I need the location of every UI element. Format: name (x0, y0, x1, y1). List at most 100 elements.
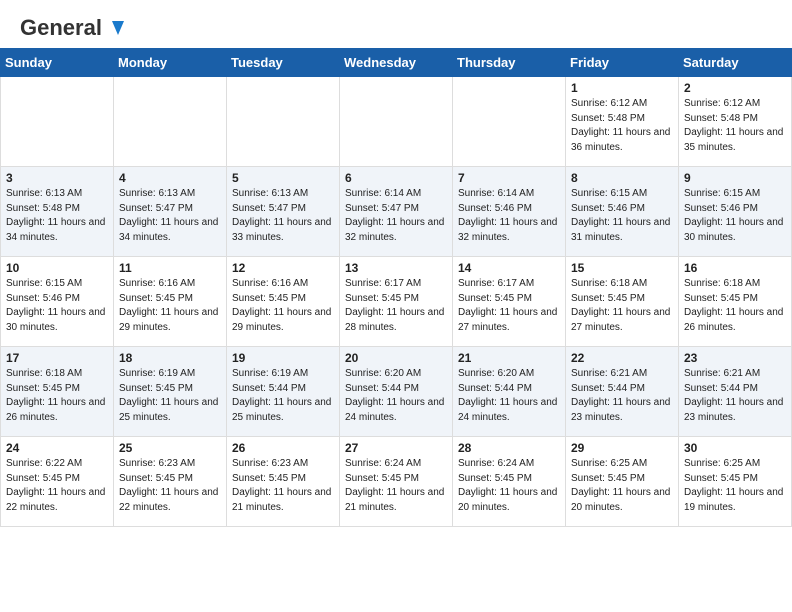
day-info: Sunrise: 6:13 AM Sunset: 5:47 PM Dayligh… (119, 187, 221, 245)
day-info: Sunrise: 6:17 AM Sunset: 5:45 PM Dayligh… (458, 277, 560, 335)
day-info: Sunrise: 6:14 AM Sunset: 5:46 PM Dayligh… (458, 187, 560, 245)
day-number: 4 (119, 171, 221, 185)
day-info: Sunrise: 6:16 AM Sunset: 5:45 PM Dayligh… (119, 277, 221, 335)
calendar-day-cell: 26 Sunrise: 6:23 AM Sunset: 5:45 PM Dayli… (227, 437, 340, 527)
calendar-day-cell: 28 Sunrise: 6:24 AM Sunset: 5:45 PM Dayli… (453, 437, 566, 527)
day-info: Sunrise: 6:13 AM Sunset: 5:47 PM Dayligh… (232, 187, 334, 245)
calendar-day-cell: 3 Sunrise: 6:13 AM Sunset: 5:48 PM Daylig… (1, 167, 114, 257)
day-number: 5 (232, 171, 334, 185)
calendar-day-cell: 11 Sunrise: 6:16 AM Sunset: 5:45 PM Dayli… (114, 257, 227, 347)
day-info: Sunrise: 6:19 AM Sunset: 5:44 PM Dayligh… (232, 367, 334, 425)
day-info: Sunrise: 6:18 AM Sunset: 5:45 PM Dayligh… (571, 277, 673, 335)
day-info: Sunrise: 6:14 AM Sunset: 5:47 PM Dayligh… (345, 187, 447, 245)
day-number: 25 (119, 441, 221, 455)
day-info: Sunrise: 6:12 AM Sunset: 5:48 PM Dayligh… (571, 97, 673, 155)
weekday-header-friday: Friday (566, 49, 679, 77)
weekday-header-saturday: Saturday (679, 49, 792, 77)
calendar-day-cell: 2 Sunrise: 6:12 AM Sunset: 5:48 PM Daylig… (679, 77, 792, 167)
day-number: 1 (571, 81, 673, 95)
calendar-empty-cell (114, 77, 227, 167)
calendar-day-cell: 22Sunrise: 6:21 AM Sunset: 5:44 PM Dayli… (566, 347, 679, 437)
logo-text-block: General (20, 16, 126, 36)
day-number: 7 (458, 171, 560, 185)
calendar-day-cell: 4 Sunrise: 6:13 AM Sunset: 5:47 PM Daylig… (114, 167, 227, 257)
calendar-day-cell: 12 Sunrise: 6:16 AM Sunset: 5:45 PM Dayli… (227, 257, 340, 347)
weekday-header-wednesday: Wednesday (340, 49, 453, 77)
day-number: 21 (458, 351, 560, 365)
calendar-week-row: 3 Sunrise: 6:13 AM Sunset: 5:48 PM Daylig… (1, 167, 792, 257)
weekday-header-sunday: Sunday (1, 49, 114, 77)
day-number: 26 (232, 441, 334, 455)
calendar-empty-cell (453, 77, 566, 167)
calendar-empty-cell (227, 77, 340, 167)
day-number: 13 (345, 261, 447, 275)
day-number: 11 (119, 261, 221, 275)
day-number: 9 (684, 171, 786, 185)
day-info: Sunrise: 6:20 AM Sunset: 5:44 PM Dayligh… (345, 367, 447, 425)
day-info: Sunrise: 6:18 AM Sunset: 5:45 PM Dayligh… (6, 367, 108, 425)
calendar-day-cell: 17 Sunrise: 6:18 AM Sunset: 5:45 PM Dayli… (1, 347, 114, 437)
logo-general: General (20, 16, 102, 40)
calendar-day-cell: 6 Sunrise: 6:14 AM Sunset: 5:47 PM Daylig… (340, 167, 453, 257)
calendar-day-cell: 9 Sunrise: 6:15 AM Sunset: 5:46 PM Daylig… (679, 167, 792, 257)
day-info: Sunrise: 6:20 AM Sunset: 5:44 PM Dayligh… (458, 367, 560, 425)
calendar-day-cell: 21 Sunrise: 6:20 AM Sunset: 5:44 PM Dayli… (453, 347, 566, 437)
calendar-day-cell: 19 Sunrise: 6:19 AM Sunset: 5:44 PM Dayli… (227, 347, 340, 437)
calendar-empty-cell (1, 77, 114, 167)
calendar-week-row: 17 Sunrise: 6:18 AM Sunset: 5:45 PM Dayli… (1, 347, 792, 437)
day-number: 2 (684, 81, 786, 95)
day-number: 6 (345, 171, 447, 185)
day-number: 28 (458, 441, 560, 455)
weekday-header-thursday: Thursday (453, 49, 566, 77)
calendar-week-row: 1 Sunrise: 6:12 AM Sunset: 5:48 PM Daylig… (1, 77, 792, 167)
day-info: Sunrise: 6:24 AM Sunset: 5:45 PM Dayligh… (458, 457, 560, 515)
calendar-week-row: 10 Sunrise: 6:15 AM Sunset: 5:46 PM Dayli… (1, 257, 792, 347)
day-number: 29 (571, 441, 673, 455)
day-info: Sunrise: 6:15 AM Sunset: 5:46 PM Dayligh… (571, 187, 673, 245)
day-info: Sunrise: 6:19 AM Sunset: 5:45 PM Dayligh… (119, 367, 221, 425)
day-number: 3 (6, 171, 108, 185)
calendar-day-cell: 16Sunrise: 6:18 AM Sunset: 5:45 PM Dayli… (679, 257, 792, 347)
logo-icon (104, 17, 126, 39)
calendar-empty-cell (340, 77, 453, 167)
calendar-day-cell: 25 Sunrise: 6:23 AM Sunset: 5:45 PM Dayli… (114, 437, 227, 527)
day-info: Sunrise: 6:18 AM Sunset: 5:45 PM Dayligh… (684, 277, 786, 335)
day-info: Sunrise: 6:23 AM Sunset: 5:45 PM Dayligh… (232, 457, 334, 515)
calendar-day-cell: 8 Sunrise: 6:15 AM Sunset: 5:46 PM Daylig… (566, 167, 679, 257)
day-number: 19 (232, 351, 334, 365)
calendar-day-cell: 24Sunrise: 6:22 AM Sunset: 5:45 PM Dayli… (1, 437, 114, 527)
day-number: 10 (6, 261, 108, 275)
day-number: 30 (684, 441, 786, 455)
day-number: 20 (345, 351, 447, 365)
day-info: Sunrise: 6:23 AM Sunset: 5:45 PM Dayligh… (119, 457, 221, 515)
calendar-day-cell: 7 Sunrise: 6:14 AM Sunset: 5:46 PM Daylig… (453, 167, 566, 257)
day-info: Sunrise: 6:17 AM Sunset: 5:45 PM Dayligh… (345, 277, 447, 335)
calendar-day-cell: 13 Sunrise: 6:17 AM Sunset: 5:45 PM Dayli… (340, 257, 453, 347)
calendar-day-cell: 5 Sunrise: 6:13 AM Sunset: 5:47 PM Daylig… (227, 167, 340, 257)
day-number: 8 (571, 171, 673, 185)
weekday-header-monday: Monday (114, 49, 227, 77)
day-info: Sunrise: 6:15 AM Sunset: 5:46 PM Dayligh… (684, 187, 786, 245)
day-info: Sunrise: 6:13 AM Sunset: 5:48 PM Dayligh… (6, 187, 108, 245)
day-info: Sunrise: 6:22 AM Sunset: 5:45 PM Dayligh… (6, 457, 108, 515)
calendar-day-cell: 18 Sunrise: 6:19 AM Sunset: 5:45 PM Dayli… (114, 347, 227, 437)
day-number: 18 (119, 351, 221, 365)
calendar-day-cell: 14 Sunrise: 6:17 AM Sunset: 5:45 PM Dayli… (453, 257, 566, 347)
day-info: Sunrise: 6:24 AM Sunset: 5:45 PM Dayligh… (345, 457, 447, 515)
calendar-day-cell: 27Sunrise: 6:24 AM Sunset: 5:45 PM Dayli… (340, 437, 453, 527)
day-number: 22 (571, 351, 673, 365)
day-number: 17 (6, 351, 108, 365)
day-number: 12 (232, 261, 334, 275)
calendar-day-cell: 10 Sunrise: 6:15 AM Sunset: 5:46 PM Dayli… (1, 257, 114, 347)
calendar-day-cell: 15 Sunrise: 6:18 AM Sunset: 5:45 PM Dayli… (566, 257, 679, 347)
day-number: 14 (458, 261, 560, 275)
day-info: Sunrise: 6:21 AM Sunset: 5:44 PM Dayligh… (684, 367, 786, 425)
calendar-day-cell: 30 Sunrise: 6:25 AM Sunset: 5:45 PM Dayli… (679, 437, 792, 527)
calendar-day-cell: 29Sunrise: 6:25 AM Sunset: 5:45 PM Dayli… (566, 437, 679, 527)
day-info: Sunrise: 6:16 AM Sunset: 5:45 PM Dayligh… (232, 277, 334, 335)
day-info: Sunrise: 6:25 AM Sunset: 5:45 PM Dayligh… (684, 457, 786, 515)
day-number: 15 (571, 261, 673, 275)
day-info: Sunrise: 6:15 AM Sunset: 5:46 PM Dayligh… (6, 277, 108, 335)
day-info: Sunrise: 6:12 AM Sunset: 5:48 PM Dayligh… (684, 97, 786, 155)
day-number: 23 (684, 351, 786, 365)
